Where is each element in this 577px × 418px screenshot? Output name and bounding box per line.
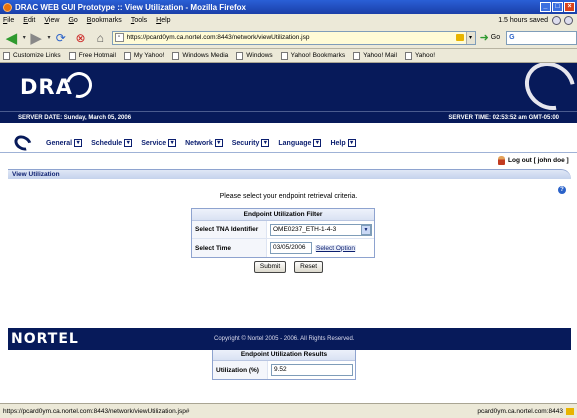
tna-select[interactable]: OME0237_ETH-1-4-3 ▼ — [270, 223, 372, 236]
chevron-down-icon: ▾ — [347, 139, 356, 147]
back-dropdown-icon[interactable]: ▾ — [23, 34, 26, 41]
server-date: SERVER DATE: Sunday, March 05, 2006 — [18, 114, 132, 121]
close-button[interactable]: × — [564, 2, 575, 12]
bookmark-item[interactable]: Yahoo! Mail — [353, 51, 397, 60]
filter-table: Endpoint Utilization Filter Select TNA I… — [191, 208, 375, 258]
page-icon — [404, 51, 412, 60]
bookmark-item[interactable]: My Yahoo! — [123, 51, 164, 60]
user-icon — [498, 156, 505, 165]
nav-security[interactable]: Security ▾ — [232, 139, 270, 147]
status-circle-icon[interactable] — [552, 16, 561, 25]
menu-file[interactable]: File — [3, 17, 14, 24]
utilization-value: 9.52 — [271, 364, 353, 376]
logout-link[interactable]: Log out [ john doe ] — [498, 156, 569, 165]
submit-button[interactable]: Submit — [253, 261, 287, 273]
back-arrow-icon[interactable]: ◀ — [3, 29, 20, 47]
nav-general[interactable]: General ▾ — [46, 139, 83, 147]
forward-dropdown-icon[interactable]: ▾ — [47, 34, 50, 41]
utilization-label: Utilization (%) — [213, 361, 268, 379]
browser-status-bar: https://pcard0ym.ca.nortel.com:8443/netw… — [0, 403, 577, 418]
server-info-bar: SERVER DATE: Sunday, March 05, 2006 SERV… — [0, 111, 577, 123]
status-host: pcard0ym.ca.nortel.com:8443 — [477, 407, 563, 415]
menu-tools[interactable]: Tools — [131, 17, 147, 24]
bookmark-item[interactable]: Yahoo! Bookmarks — [280, 51, 345, 60]
time-label: Select Time — [192, 239, 267, 257]
tna-label: Select TNA Identifier — [192, 221, 267, 238]
bookmarks-toolbar: Customize Links Free Hotmail My Yahoo! W… — [0, 49, 577, 63]
padlock-icon — [455, 34, 464, 41]
main-nav-menu: General ▾ Schedule ▾ Service ▾ Network ▾ Sec… — [0, 132, 577, 154]
results-table: Endpoint Utilization Results Utilization… — [212, 348, 356, 380]
page-icon — [353, 51, 361, 60]
bookmark-item[interactable]: Customize Links — [3, 51, 61, 60]
address-bar[interactable]: ▫ https://pcard0ym.ca.nortel.com:8443/ne… — [111, 30, 476, 45]
bookmark-item[interactable]: Free Hotmail — [68, 51, 116, 60]
chevron-down-icon: ▾ — [124, 139, 133, 147]
dropdown-arrow-icon[interactable]: ▼ — [361, 224, 371, 235]
menu-view[interactable]: View — [44, 17, 59, 24]
bookmark-item[interactable]: Windows Media — [172, 51, 228, 60]
nav-schedule[interactable]: Schedule ▾ — [91, 139, 133, 147]
section-header: View Utilization — [8, 169, 571, 179]
navigation-toolbar: ◀ ▾ ▶ ▾ ⟳ ⊗ ⌂ ▫ https://pcard0ym.ca.nort… — [0, 27, 577, 49]
nav-network[interactable]: Network ▾ — [185, 139, 223, 147]
search-input[interactable]: G — [506, 30, 577, 45]
nav-language[interactable]: Language ▾ — [278, 139, 322, 147]
filter-table-title: Endpoint Utilization Filter — [192, 209, 374, 221]
chevron-down-icon: ▾ — [214, 139, 223, 147]
page-icon — [236, 51, 244, 60]
address-url[interactable]: https://pcard0ym.ca.nortel.com:8443/netw… — [127, 34, 456, 41]
form-buttons: Submit Reset — [0, 261, 577, 273]
page-footer: NORTEL Copyright © Nortel 2005 - 2006. A… — [8, 328, 571, 350]
time-input[interactable]: 03/05/2006 — [270, 242, 312, 254]
select-option-link[interactable]: Select Option — [315, 244, 357, 252]
page-icon — [280, 51, 288, 60]
chevron-down-icon: ▾ — [168, 139, 177, 147]
nortel-swirl-icon — [11, 132, 35, 154]
page-icon — [68, 51, 76, 60]
reload-icon[interactable]: ⟳ — [52, 29, 69, 46]
nav-help[interactable]: Help ▾ — [330, 139, 356, 147]
go-arrow-icon[interactable]: ➜ — [480, 31, 489, 44]
go-button[interactable]: Go — [491, 34, 500, 41]
padlock-icon[interactable] — [566, 407, 574, 415]
status-circle-icon[interactable] — [564, 16, 573, 25]
status-text: https://pcard0ym.ca.nortel.com:8443/netw… — [3, 407, 190, 415]
window-title: DRAC WEB GUI Prototype :: View Utilizati… — [15, 2, 246, 12]
drac-banner: DRA — [0, 63, 577, 120]
server-time: SERVER TIME: 02:53:52 am GMT-05:00 — [448, 114, 559, 121]
address-dropdown-icon[interactable]: ▾ — [465, 31, 475, 44]
stop-icon[interactable]: ⊗ — [72, 29, 89, 46]
page-icon — [3, 51, 10, 60]
window-titlebar: DRAC WEB GUI Prototype :: View Utilizati… — [0, 0, 577, 14]
firefox-icon — [3, 2, 12, 12]
menu-go[interactable]: Go — [68, 17, 77, 24]
chevron-down-icon: ▾ — [313, 139, 322, 147]
reset-button[interactable]: Reset — [294, 261, 324, 273]
home-icon[interactable]: ⌂ — [92, 29, 109, 46]
bookmark-item[interactable]: Windows — [236, 51, 273, 60]
instruction-text: Please select your endpoint retrieval cr… — [219, 193, 358, 200]
nortel-logo: NORTEL — [11, 331, 79, 347]
site-icon: ▫ — [114, 33, 124, 42]
forward-arrow-icon[interactable]: ▶ — [28, 29, 45, 47]
chevron-down-icon: ▾ — [74, 139, 83, 147]
menu-help[interactable]: Help — [156, 17, 170, 24]
bookmark-item[interactable]: Yahoo! — [404, 51, 435, 60]
minimize-button[interactable]: _ — [540, 2, 551, 12]
page-icon — [123, 51, 131, 60]
menu-bar: File Edit View Go Bookmarks Tools Help 1… — [0, 14, 577, 27]
nav-logo — [0, 132, 46, 154]
nav-service[interactable]: Service ▾ — [141, 139, 177, 147]
menu-bookmarks[interactable]: Bookmarks — [87, 17, 122, 24]
results-table-title: Endpoint Utilization Results — [213, 349, 355, 361]
copyright-text: Copyright © Nortel 2005 - 2006. All Righ… — [214, 336, 355, 342]
maximize-button[interactable]: □ — [552, 2, 563, 12]
chevron-down-icon: ▾ — [261, 139, 270, 147]
page-icon — [172, 51, 180, 60]
search-engine-icon: G — [509, 34, 515, 41]
menu-edit[interactable]: Edit — [23, 17, 35, 24]
saved-status: 1.5 hours saved — [498, 17, 548, 24]
web-page: DRA SERVER DATE: Sunday, March 05, 2006 … — [0, 63, 577, 403]
